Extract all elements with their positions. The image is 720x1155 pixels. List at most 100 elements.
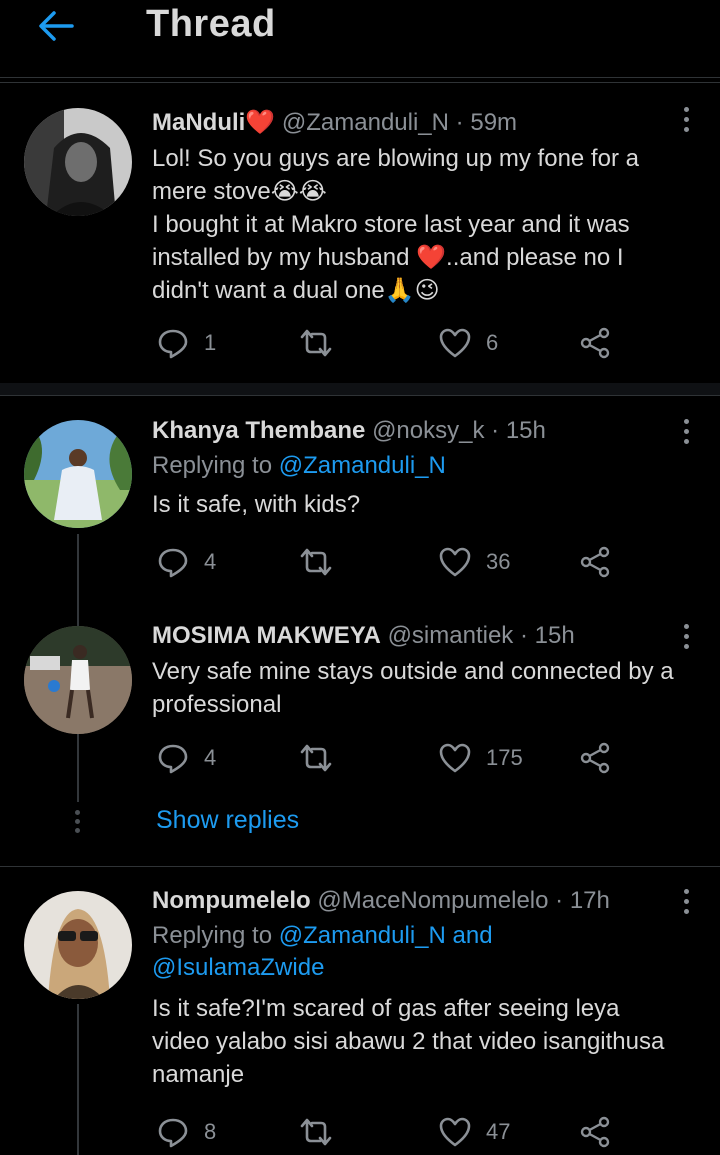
action-bar: 4 36 (152, 542, 672, 582)
tweet-text-line: installed by my husband ❤️..and please n… (152, 244, 624, 271)
reply-button[interactable]: 4 (156, 542, 216, 582)
reply-count: 4 (204, 745, 217, 770)
tweet-text-line: namanje (152, 1061, 245, 1088)
tweet-meta: MaNduli❤️ @Zamanduli_N · 59m (152, 108, 692, 138)
separator: · (491, 417, 500, 444)
thread-line (77, 1004, 79, 1155)
retweet-icon (300, 548, 332, 576)
display-name[interactable]: Nompumelelo (152, 887, 311, 914)
divider (0, 77, 720, 78)
retweet-button[interactable] (298, 542, 348, 582)
replying-label: Replying to (152, 452, 273, 479)
mention-conjunction: and (452, 922, 493, 949)
tweet-text-line: video yalabo sisi abawu 2 that video isa… (152, 1028, 665, 1055)
share-icon (580, 742, 610, 774)
tweet-text: Lol! So you guys are blowing up my fone … (152, 142, 692, 307)
tweet-meta: MOSIMA MAKWEYA @simantiek · 15h (152, 621, 692, 651)
thread-line (77, 740, 79, 802)
display-name[interactable]: MOSIMA MAKWEYA (152, 622, 381, 649)
tweet-meta: Khanya Thembane @noksy_k · 15h (152, 416, 692, 446)
thread-ellipsis (75, 810, 81, 837)
avatar[interactable] (24, 626, 132, 734)
reply-icon (158, 329, 188, 359)
reply-icon (158, 1118, 188, 1148)
thread-line (77, 606, 79, 626)
more-vertical-icon[interactable] (682, 886, 690, 918)
separator: · (455, 109, 464, 136)
like-count: 47 (486, 1119, 511, 1144)
separator: · (519, 622, 528, 649)
handle[interactable]: @noksy_k (372, 417, 484, 444)
timestamp[interactable]: 15h (535, 622, 575, 649)
like-icon (439, 1117, 471, 1147)
action-bar: 4 175 (152, 738, 672, 778)
divider (0, 866, 720, 867)
back-arrow-icon[interactable] (36, 6, 76, 46)
reply-button[interactable]: 8 (156, 1112, 216, 1152)
timestamp[interactable]: 59m (470, 109, 517, 136)
display-name[interactable]: MaNduli (152, 109, 245, 136)
retweet-icon (300, 744, 332, 772)
avatar[interactable] (24, 891, 132, 999)
reply-button[interactable]: 1 (156, 323, 216, 363)
timestamp[interactable]: 17h (570, 887, 610, 914)
more-vertical-icon[interactable] (682, 621, 690, 653)
action-bar: 8 47 (152, 1112, 672, 1152)
reply-button[interactable]: 4 (156, 738, 216, 778)
retweet-button[interactable] (298, 738, 348, 778)
divider (0, 395, 720, 396)
like-icon (439, 328, 471, 358)
more-vertical-icon[interactable] (682, 416, 690, 448)
like-button[interactable]: 47 (438, 1112, 510, 1152)
share-button[interactable] (578, 1112, 612, 1152)
reply-icon (158, 548, 188, 578)
reply-count: 1 (204, 330, 217, 355)
handle[interactable]: @simantiek (388, 622, 514, 649)
share-icon (580, 1116, 610, 1148)
mention-link[interactable]: @IsulamaZwide (152, 954, 324, 981)
share-button[interactable] (578, 542, 612, 582)
page-title: Thread (146, 3, 276, 45)
like-button[interactable]: 36 (438, 542, 510, 582)
tweet-text-line: Very safe mine stays outside and connect… (152, 658, 674, 685)
display-name[interactable]: Khanya Thembane (152, 417, 365, 444)
share-icon (580, 546, 610, 578)
retweet-button[interactable] (298, 1112, 348, 1152)
replying-to: Replying to @Zamanduli_N (152, 450, 692, 482)
reply-icon (158, 744, 188, 774)
retweet-icon (300, 1118, 332, 1146)
divider (0, 82, 720, 83)
avatar[interactable] (24, 420, 132, 528)
avatar[interactable] (24, 108, 132, 216)
retweet-button[interactable] (298, 323, 348, 363)
tweet-text: Is it safe, with kids? (152, 488, 692, 521)
more-vertical-icon[interactable] (682, 104, 690, 136)
tweet-meta: Nompumelelo @MaceNompumelelo · 17h (152, 886, 692, 916)
replying-label: Replying to (152, 922, 273, 949)
tweet-text: Is it safe?I'm scared of gas after seein… (152, 992, 692, 1091)
heart-emoji: ❤️ (245, 109, 276, 136)
mention-link[interactable]: @Zamanduli_N (279, 452, 446, 479)
separator: · (555, 887, 564, 914)
tweet-text-line: didn't want a dual one🙏😉 (152, 277, 440, 304)
tweet-text-line: Lol! So you guys are blowing up my fone … (152, 145, 639, 172)
mention-link[interactable]: @Zamanduli_N (279, 922, 446, 949)
tweet-text-line: professional (152, 691, 282, 718)
like-button[interactable]: 6 (438, 323, 498, 363)
handle[interactable]: @MaceNompumelelo (317, 887, 548, 914)
tweet-text-line: I bought it at Makro store last year and… (152, 211, 630, 238)
like-count: 36 (486, 549, 511, 574)
replying-to: Replying to @Zamanduli_N and @IsulamaZwi… (152, 920, 692, 984)
show-replies-link[interactable]: Show replies (156, 806, 299, 835)
like-button[interactable]: 175 (438, 738, 523, 778)
timestamp[interactable]: 15h (506, 417, 546, 444)
share-button[interactable] (578, 323, 612, 363)
tweet-text-line: Is it safe, with kids? (152, 491, 361, 518)
like-count: 175 (486, 745, 523, 770)
tweet-text-line: mere stove😭😭 (152, 178, 327, 205)
tweet-text: Very safe mine stays outside and connect… (152, 655, 692, 721)
tweet-text-line: Is it safe?I'm scared of gas after seein… (152, 995, 620, 1022)
section-divider (0, 383, 720, 395)
handle[interactable]: @Zamanduli_N (282, 109, 449, 136)
share-button[interactable] (578, 738, 612, 778)
